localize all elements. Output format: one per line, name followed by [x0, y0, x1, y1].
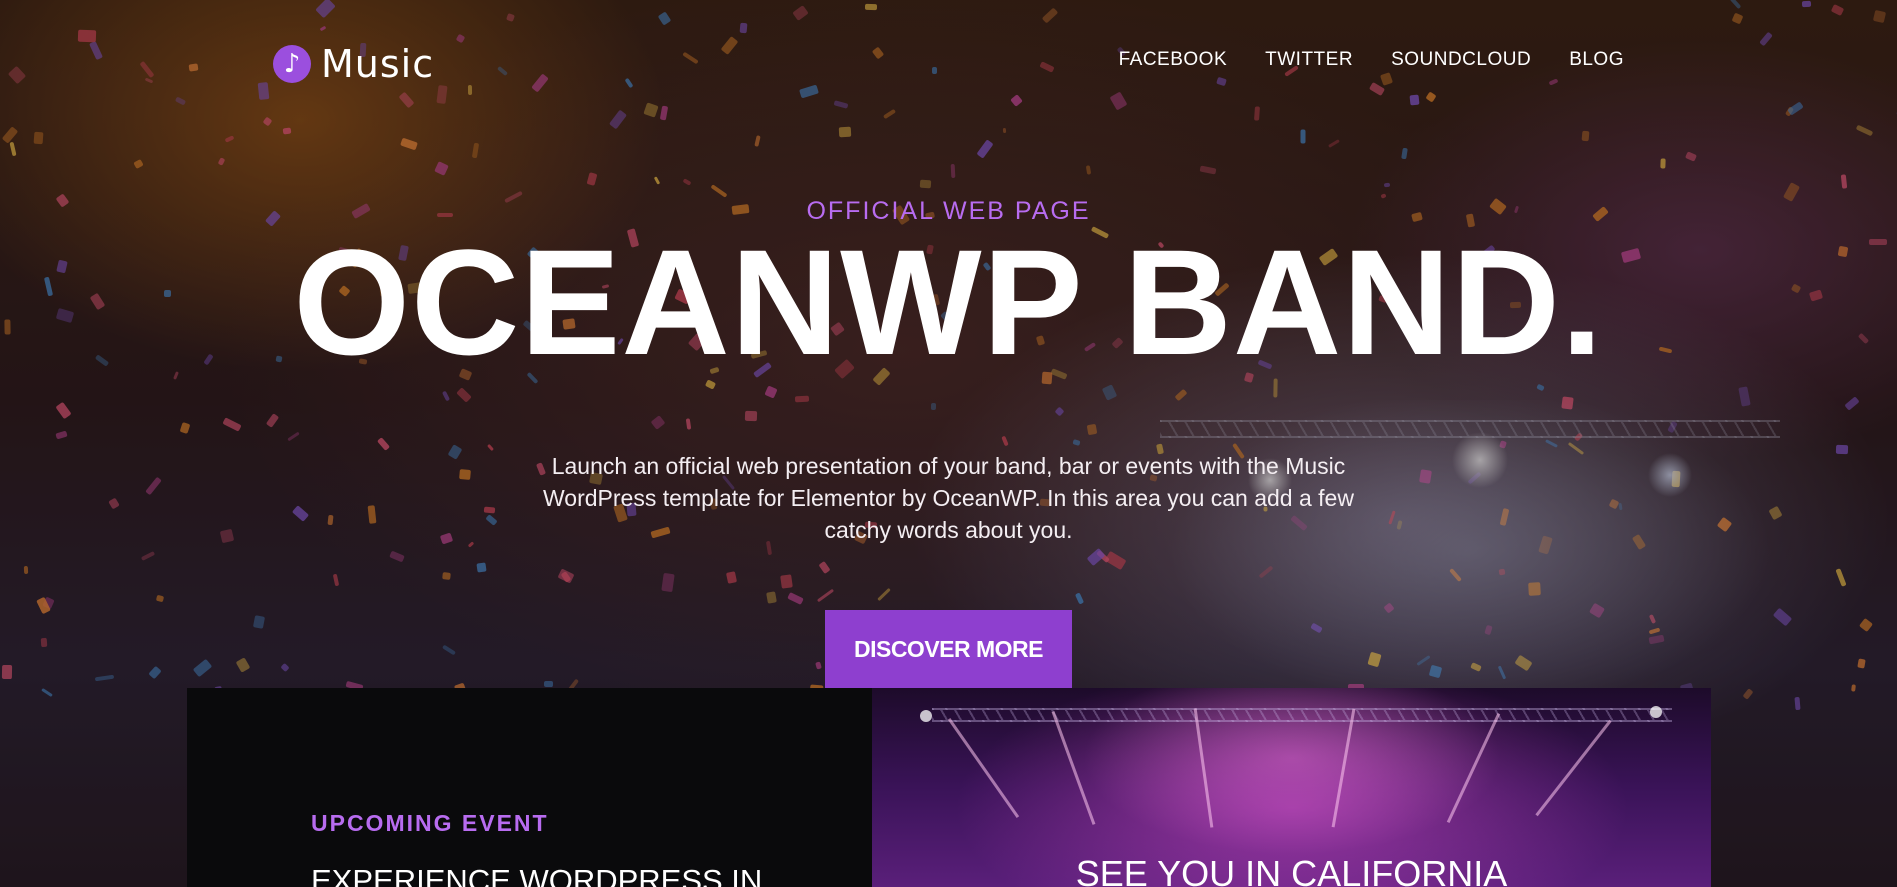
stage-light — [920, 710, 932, 722]
upcoming-event-panel: UPCOMING EVENT EXPERIENCE WORDPRESS IN — [187, 688, 872, 887]
light-beam — [1535, 719, 1612, 817]
music-note-icon: ♪ — [273, 45, 311, 83]
light-beam — [1051, 711, 1096, 825]
nav-item-twitter[interactable]: TWITTER — [1265, 49, 1353, 71]
concert-image-panel: SEE YOU IN CALIFORNIA — [872, 688, 1711, 887]
upcoming-event-label: UPCOMING EVENT — [311, 810, 549, 836]
event-title: EXPERIENCE WORDPRESS IN — [311, 863, 763, 887]
site-header: ♪ Music FACEBOOK TWITTER SOUNDCLOUD BLOG — [0, 0, 1897, 120]
image-panel-title: SEE YOU IN CALIFORNIA — [1075, 853, 1508, 887]
nav-item-soundcloud[interactable]: SOUNDCLOUD — [1391, 49, 1531, 71]
feature-panels: UPCOMING EVENT EXPERIENCE WORDPRESS IN S… — [187, 688, 1711, 887]
stage-light — [1650, 706, 1662, 718]
light-beam — [1446, 712, 1501, 824]
hero-description: Launch an official web presentation of y… — [543, 453, 1354, 543]
light-beam — [1193, 708, 1214, 828]
logo-text: Music — [321, 42, 435, 86]
stage-truss-image — [932, 708, 1672, 722]
hero-section: ♪ Music FACEBOOK TWITTER SOUNDCLOUD BLOG… — [0, 0, 1897, 887]
hero-title: OCEANWP BAND. — [293, 218, 1604, 386]
light-beam — [1331, 708, 1356, 828]
discover-more-button[interactable]: DISCOVER MORE — [825, 610, 1072, 688]
main-nav: FACEBOOK TWITTER SOUNDCLOUD BLOG — [1119, 49, 1624, 71]
site-logo[interactable]: ♪ Music — [273, 42, 434, 86]
nav-item-facebook[interactable]: FACEBOOK — [1119, 49, 1228, 71]
nav-item-blog[interactable]: BLOG — [1569, 49, 1624, 71]
light-beam — [947, 717, 1020, 819]
